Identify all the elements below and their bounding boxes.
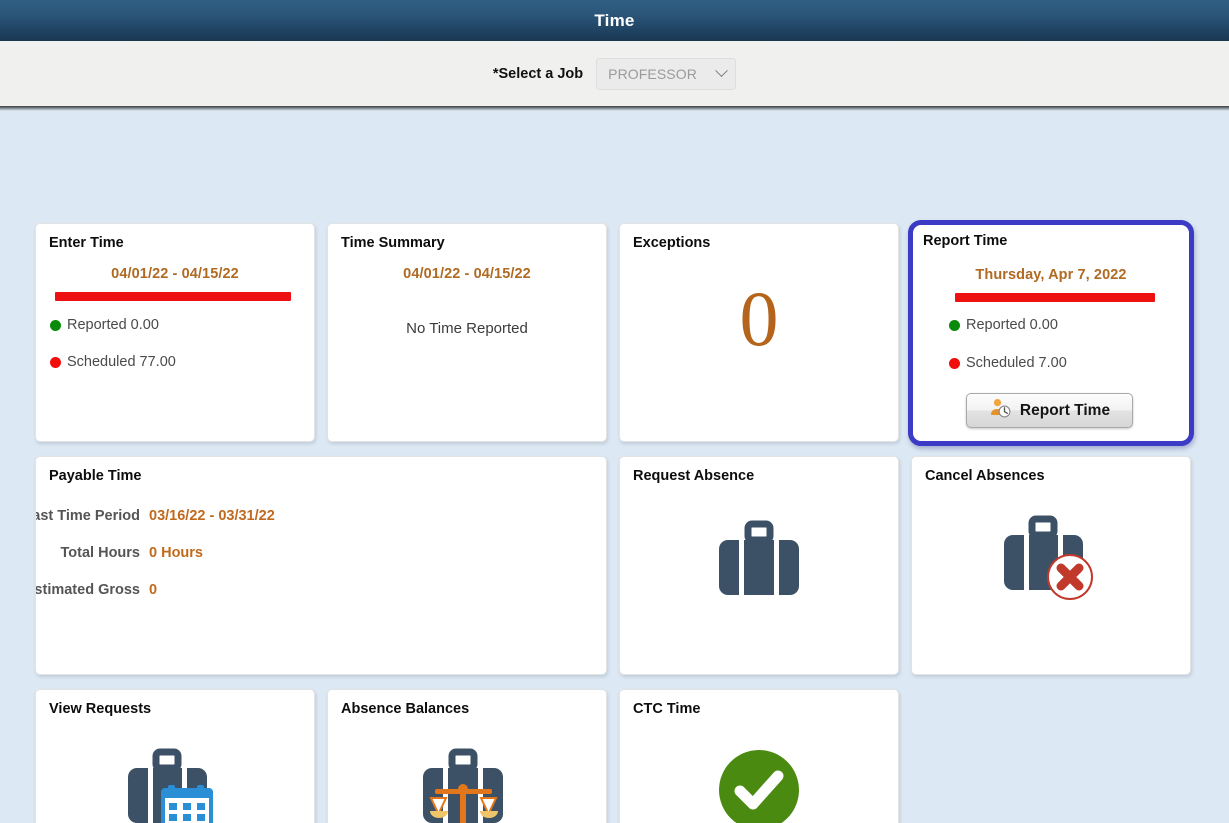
tile-title-view-requests: View Requests	[49, 701, 152, 717]
select-a-job-dropdown[interactable]: PROFESSOR	[596, 57, 737, 90]
enter-time-reported: Reported 0.00	[50, 317, 159, 333]
report-time-progress-bar	[955, 293, 1155, 302]
payable-time-row-label: Estimated Gross	[35, 582, 140, 598]
payable-time-row-value: 0	[149, 582, 158, 598]
tile-title-request-absence: Request Absence	[633, 468, 755, 484]
report-time-reported: Reported 0.00	[949, 317, 1058, 333]
tile-title-report-time: Report Time	[923, 233, 1008, 249]
briefcase-icon	[620, 520, 898, 602]
tile-title-absence-balances: Absence Balances	[341, 701, 470, 717]
report-time-scheduled-label: Scheduled 7.00	[966, 355, 1067, 371]
green-check-circle-icon	[620, 748, 898, 823]
payable-time-row-value: 0 Hours	[149, 545, 203, 561]
enter-time-scheduled-label: Scheduled 77.00	[67, 354, 176, 370]
exceptions-count: 0	[739, 275, 779, 362]
scheduled-dot-icon	[50, 356, 61, 368]
tile-board: Enter Time 04/01/22 - 04/15/22 Reported …	[0, 107, 1229, 823]
enter-time-reported-label: Reported 0.00	[67, 317, 159, 333]
tile-time-summary[interactable]: Time Summary 04/01/22 - 04/15/22 No Time…	[327, 223, 607, 442]
tile-title-enter-time: Enter Time	[49, 235, 124, 251]
report-time-date: Thursday, Apr 7, 2022	[975, 267, 1127, 283]
enter-time-scheduled: Scheduled 77.00	[50, 354, 176, 370]
job-selector-bar: *Select a Job PROFESSOR	[0, 41, 1229, 111]
tile-title-ctc-time: CTC Time	[633, 701, 701, 717]
page-title: Time	[594, 10, 635, 30]
tile-enter-time[interactable]: Enter Time 04/01/22 - 04/15/22 Reported …	[35, 223, 315, 442]
tile-title-time-summary: Time Summary	[341, 235, 445, 251]
tile-ctc-time[interactable]: CTC Time	[619, 689, 899, 823]
tile-request-absence[interactable]: Request Absence	[619, 456, 899, 675]
person-clock-icon	[989, 398, 1011, 423]
select-a-job-value: PROFESSOR	[608, 65, 697, 82]
tile-payable-time[interactable]: Payable Time Last Time Period 03/16/22 -…	[35, 456, 607, 675]
tile-cancel-absences[interactable]: Cancel Absences	[911, 456, 1191, 675]
payable-time-row: Total Hours 0 Hours	[36, 545, 203, 561]
reported-dot-icon	[949, 319, 960, 331]
report-time-button[interactable]: Report Time	[966, 393, 1133, 428]
briefcase-cancel-icon	[912, 515, 1190, 603]
select-a-job-label: *Select a Job	[492, 65, 584, 82]
time-summary-message: No Time Reported	[406, 320, 528, 337]
tile-view-requests[interactable]: View Requests	[35, 689, 315, 823]
tile-absence-balances[interactable]: Absence Balances	[327, 689, 607, 823]
payable-time-row-value: 03/16/22 - 03/31/22	[149, 508, 275, 524]
tile-exceptions[interactable]: Exceptions 0	[619, 223, 899, 442]
app-header: Time	[0, 0, 1229, 41]
tile-title-payable-time: Payable Time	[49, 468, 142, 484]
time-summary-date-range: 04/01/22 - 04/15/22	[403, 266, 531, 282]
report-time-scheduled: Scheduled 7.00	[949, 355, 1067, 371]
scheduled-dot-icon	[949, 357, 960, 369]
enter-time-progress-bar	[55, 292, 291, 301]
payable-time-row-label: Total Hours	[60, 545, 140, 561]
payable-time-row: Estimated Gross 0	[35, 582, 158, 598]
tile-report-time[interactable]: Report Time Thursday, Apr 7, 2022 Report…	[908, 220, 1194, 446]
enter-time-date-range: 04/01/22 - 04/15/22	[111, 266, 239, 282]
report-time-reported-label: Reported 0.00	[966, 317, 1058, 333]
reported-dot-icon	[50, 319, 61, 331]
report-time-button-label: Report Time	[1019, 401, 1111, 419]
chevron-down-icon	[715, 64, 728, 78]
payable-time-row-label: Last Time Period	[35, 508, 140, 524]
payable-time-row: Last Time Period 03/16/22 - 03/31/22	[35, 508, 275, 524]
tile-title-cancel-absences: Cancel Absences	[925, 468, 1045, 484]
tile-title-exceptions: Exceptions	[633, 235, 711, 251]
briefcase-calendar-icon	[36, 748, 314, 823]
briefcase-scales-icon	[328, 748, 606, 823]
